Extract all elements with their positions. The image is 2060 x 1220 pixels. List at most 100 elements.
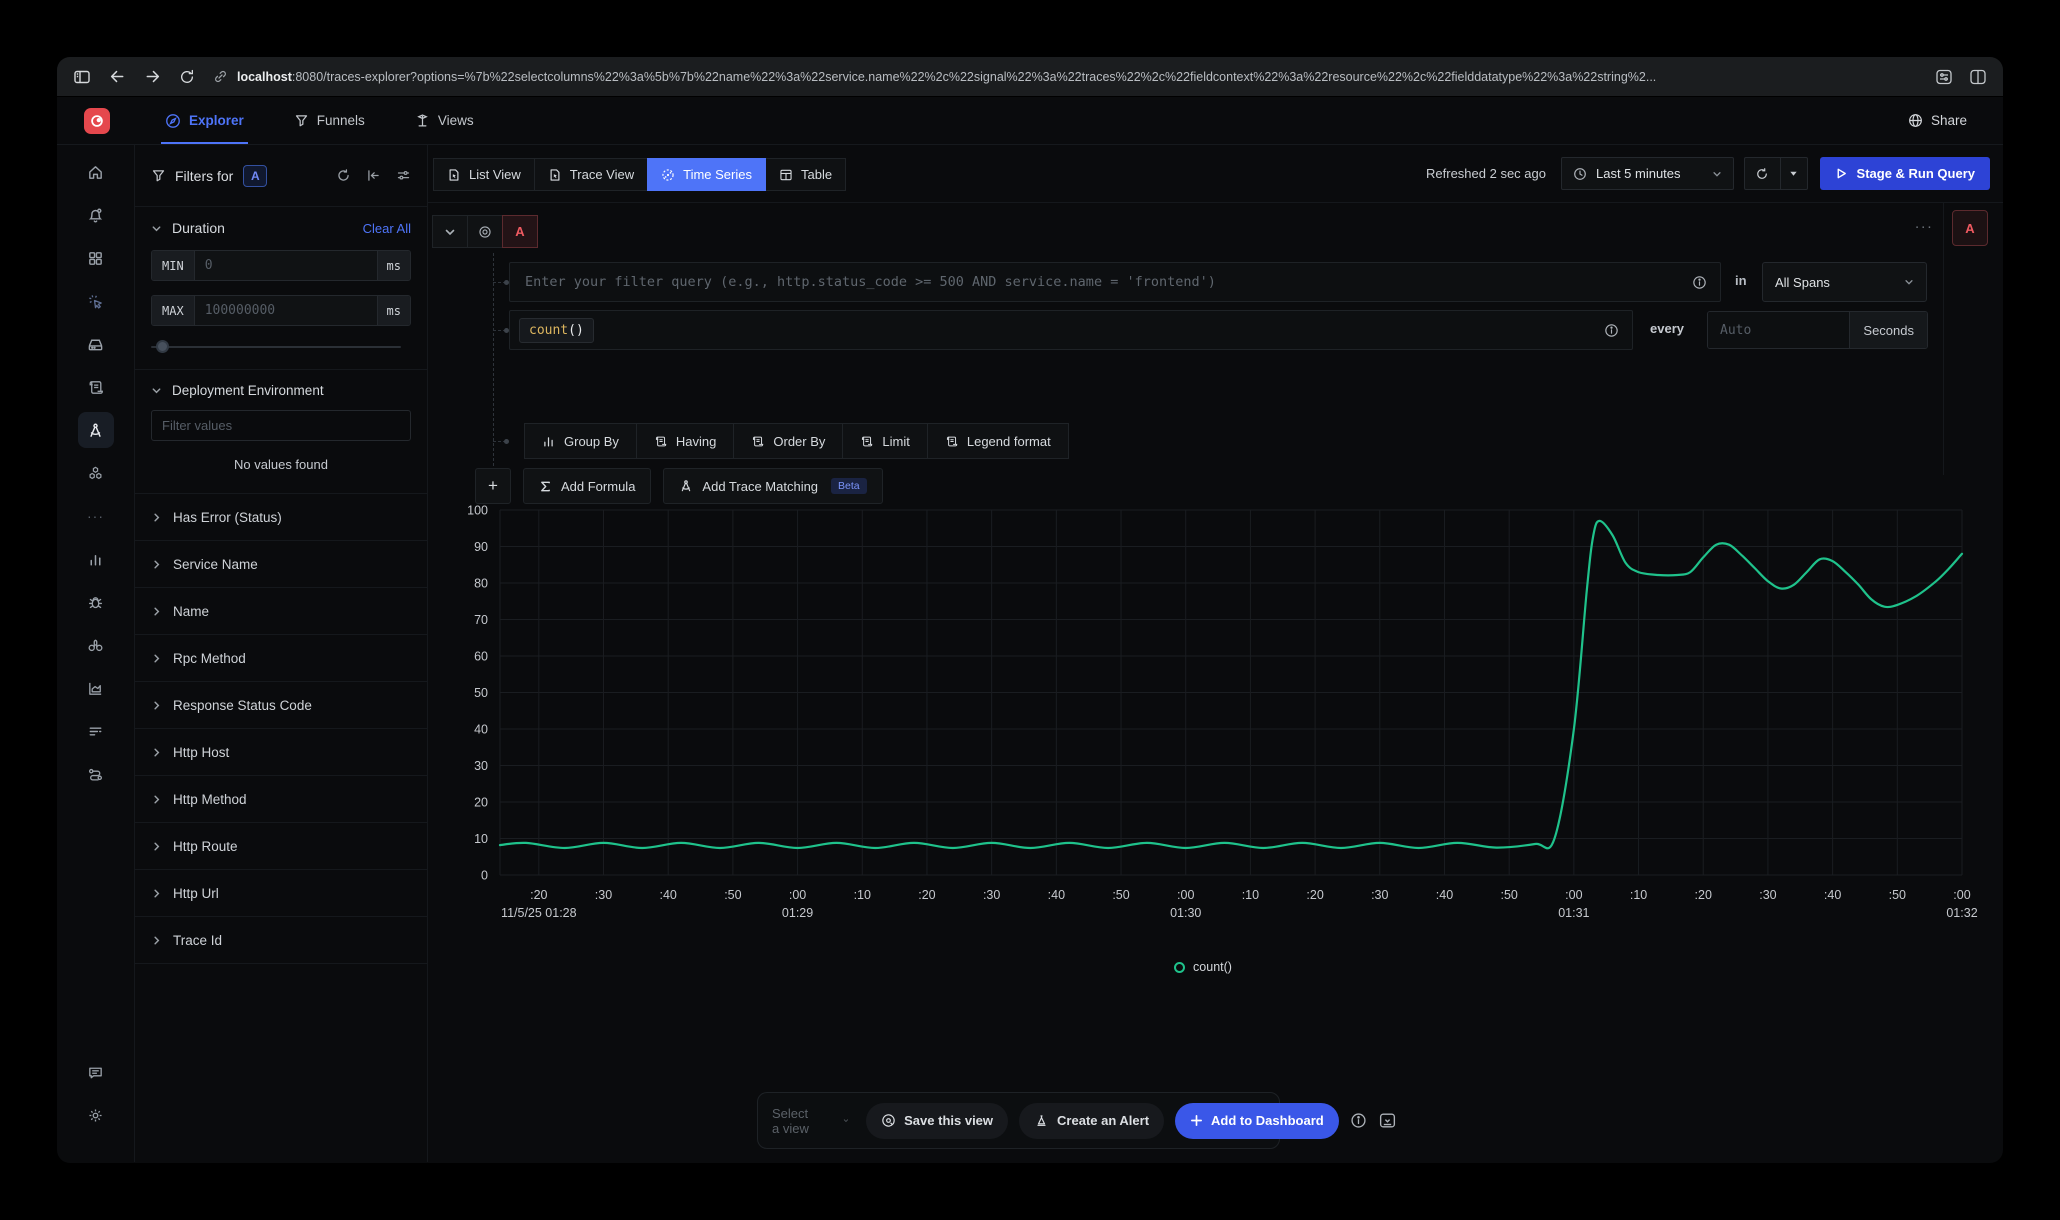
add-to-dashboard-button[interactable]: Add to Dashboard [1175,1103,1339,1139]
shortcuts-panel-icon[interactable] [1378,1111,1397,1130]
no-values-text: No values found [151,457,411,472]
filter-section-response-status[interactable]: Response Status Code [135,682,427,729]
chart-legend[interactable]: count() [428,960,1978,974]
rail-metrics[interactable] [78,541,114,577]
tab-explorer[interactable]: Explorer [165,97,244,144]
app-header: Explorer Funnels Views Share [57,97,2003,145]
filter-section-rpc-method[interactable]: Rpc Method [135,635,427,682]
select-view-dropdown[interactable]: Select a view [772,1106,855,1136]
rail-usage[interactable] [78,670,114,706]
query-more-button[interactable]: ... [1915,215,1934,232]
order-by-button[interactable]: Order By [733,423,843,459]
chevron-right-icon [151,559,162,570]
group-by-button[interactable]: Group By [524,423,637,459]
info-icon[interactable] [1679,275,1720,290]
duration-slider[interactable] [151,340,411,354]
svg-text::50: :50 [1889,888,1906,902]
filters-query-badge[interactable]: A [243,165,267,187]
filter-section-service-name[interactable]: Service Name [135,541,427,588]
filter-section-http-host[interactable]: Http Host [135,729,427,776]
clear-all-link[interactable]: Clear All [363,221,411,236]
rail-infrastructure[interactable] [78,326,114,362]
rail-alerts[interactable] [78,197,114,233]
tune-icon[interactable] [1935,68,1953,86]
filter-section-has-error[interactable]: Has Error (Status) [135,494,427,541]
tab-list-view[interactable]: List View [433,158,535,191]
aggregation-chip[interactable]: count() [519,318,594,343]
filter-section-http-route[interactable]: Http Route [135,823,427,870]
query-badge-left[interactable]: A [502,215,538,248]
slider-knob[interactable] [156,340,169,353]
collapse-left-icon[interactable] [366,168,381,183]
tab-time-series[interactable]: Time Series [647,158,766,191]
split-view-icon[interactable] [1969,68,1987,86]
rail-pipelines[interactable] [78,713,114,749]
duration-section: Duration Clear All MIN ms MAX ms [135,207,427,370]
refresh-button[interactable] [1744,157,1781,190]
share-button[interactable]: Share [1908,113,1967,128]
info-icon[interactable] [1591,323,1632,338]
stage-run-query-button[interactable]: Stage & Run Query [1820,157,1990,190]
chevron-down-icon[interactable] [151,223,162,234]
tab-views[interactable]: Views [415,97,474,144]
having-button[interactable]: Having [636,423,734,459]
filters-header-icons [336,168,411,183]
browser-sidebar-icon[interactable] [73,68,91,86]
filter-section-http-method[interactable]: Http Method [135,776,427,823]
duration-max-input[interactable] [195,296,377,325]
duration-title: Duration [172,220,225,236]
chevron-down-icon[interactable] [151,385,162,396]
svg-text::10: :10 [854,888,871,902]
gear-icon [87,1107,104,1124]
tab-table[interactable]: Table [765,158,846,191]
chart-canvas[interactable]: 0102030405060708090100:2011/5/25 01:28:3… [428,475,1978,925]
limit-button[interactable]: Limit [842,423,927,459]
time-series-icon [661,168,675,182]
rail-service-map[interactable] [78,756,114,792]
rail-settings[interactable] [78,1097,114,1133]
rail-more[interactable]: ··· [78,498,114,534]
filter-query-row [509,262,1721,302]
rail-traces[interactable] [78,412,114,448]
rail-home[interactable] [78,154,114,190]
filter-section-http-url[interactable]: Http Url [135,870,427,917]
tab-label: Trace View [570,167,634,182]
filter-values-input[interactable] [151,410,411,441]
legend-format-button[interactable]: Legend format [927,423,1069,459]
app-logo[interactable] [84,108,110,134]
info-icon[interactable] [1350,1112,1367,1129]
time-range-dropdown[interactable]: Last 5 minutes [1561,157,1734,190]
tab-trace-view[interactable]: Trace View [534,158,648,191]
select-view-placeholder: Select a view [772,1106,813,1136]
refresh-options-button[interactable] [1781,157,1808,190]
query-visibility-button[interactable] [467,215,503,248]
rail-support[interactable] [78,1054,114,1090]
filter-section-trace-id[interactable]: Trace Id [135,917,427,964]
create-alert-button[interactable]: Create an Alert [1019,1103,1164,1139]
rail-dashboards[interactable] [78,240,114,276]
rail-explore[interactable] [78,627,114,663]
interval-input[interactable] [1708,312,1849,348]
back-button[interactable] [109,68,126,85]
forward-button[interactable] [144,68,161,85]
duration-min-input[interactable] [195,251,377,280]
filter-section-name[interactable]: Name [135,588,427,635]
query-badge-right[interactable]: A [1952,210,1988,246]
rail-services[interactable] [78,455,114,491]
span-scope-select[interactable]: All Spans [1762,262,1927,302]
rail-events[interactable] [78,283,114,319]
rail-logs[interactable] [78,369,114,405]
logs-scroll-icon [87,379,104,396]
save-view-button[interactable]: Save this view [866,1103,1008,1139]
sliders-icon[interactable] [396,168,411,183]
reload-button[interactable] [179,69,195,85]
rail-exceptions[interactable] [78,584,114,620]
tab-explorer-label: Explorer [189,113,244,128]
address-bar[interactable]: localhost:8080/traces-explorer?options=%… [213,69,1917,84]
query-collapse-button[interactable] [432,215,468,248]
caret-down-icon [1789,169,1798,178]
sync-icon[interactable] [336,168,351,183]
filter-query-input[interactable] [510,274,1679,290]
tab-funnels[interactable]: Funnels [294,97,365,144]
time-series-chart[interactable]: 0102030405060708090100:2011/5/25 01:28:3… [428,475,1978,925]
